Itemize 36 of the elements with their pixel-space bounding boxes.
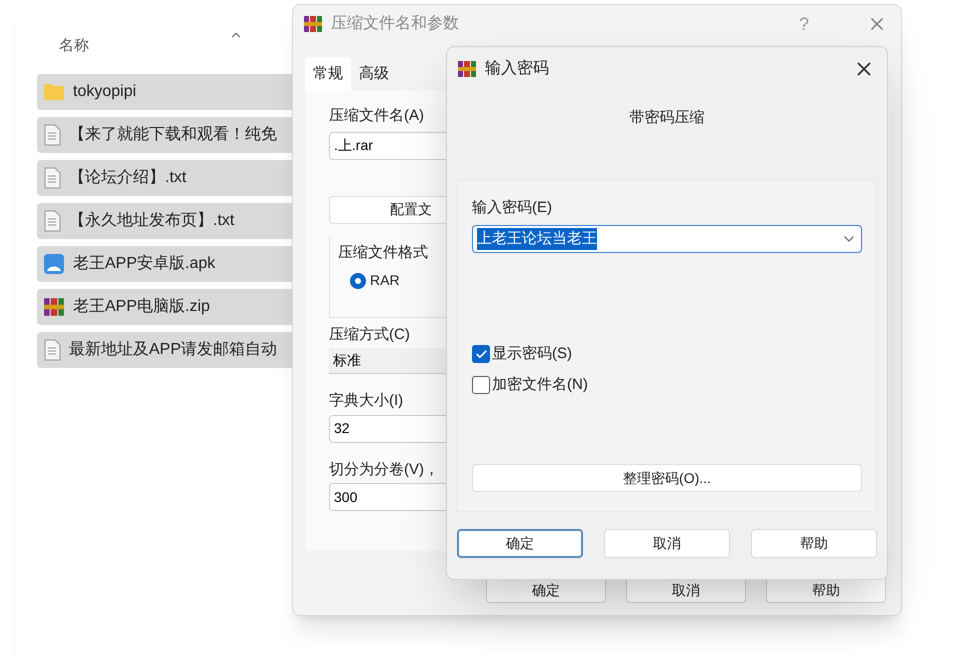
file-name: 【永久地址发布页】.txt bbox=[69, 210, 234, 231]
field-label: 切分为分卷(V)， bbox=[329, 460, 439, 480]
app-icon bbox=[43, 253, 65, 275]
window-title: 输入密码 bbox=[485, 58, 549, 79]
dialog-heading: 带密码压缩 bbox=[630, 108, 704, 128]
file-name: 【来了就能下载和观看！纯免 bbox=[69, 124, 277, 145]
document-icon bbox=[43, 124, 61, 146]
checkbox-label: 显示密码(S) bbox=[492, 344, 572, 364]
password-text: 上老王论坛当老王 bbox=[477, 228, 597, 250]
file-name: 【论坛介绍】.txt bbox=[69, 168, 186, 188]
file-name: 老王APP安卓版.apk bbox=[73, 254, 216, 274]
dialog-button[interactable]: 确定 bbox=[457, 528, 583, 558]
document-icon bbox=[43, 339, 61, 361]
field-label: 字典大小(I) bbox=[329, 391, 404, 411]
organize-passwords-button[interactable]: 整理密码(O)... bbox=[472, 464, 862, 492]
document-icon bbox=[43, 210, 61, 232]
folder-icon bbox=[43, 83, 65, 101]
tab[interactable]: 常规 bbox=[305, 57, 351, 91]
archive-icon bbox=[43, 296, 65, 318]
checkbox[interactable] bbox=[472, 376, 490, 394]
dialog-button[interactable]: 帮助 bbox=[751, 528, 877, 558]
file-name: tokyopipi bbox=[73, 82, 136, 102]
check-icon bbox=[474, 348, 488, 361]
checkbox[interactable] bbox=[472, 345, 490, 364]
radio-button[interactable] bbox=[350, 272, 366, 288]
archive-icon bbox=[303, 14, 323, 34]
archive-icon bbox=[457, 59, 477, 79]
checkbox-label: 加密文件名(N) bbox=[492, 374, 588, 394]
document-icon bbox=[43, 167, 61, 189]
window-title: 压缩文件名和参数 bbox=[331, 14, 459, 34]
column-header[interactable]: 名称 bbox=[59, 34, 89, 58]
file-name: 老王APP电脑版.zip bbox=[73, 296, 210, 317]
dialog-button[interactable]: 取消 bbox=[604, 528, 730, 558]
password-combobox[interactable]: 上老王论坛当老王 bbox=[472, 225, 862, 253]
field-label: 输入密码(E) bbox=[472, 198, 552, 218]
file-name: 最新地址及APP请发邮箱自动 bbox=[69, 340, 278, 360]
